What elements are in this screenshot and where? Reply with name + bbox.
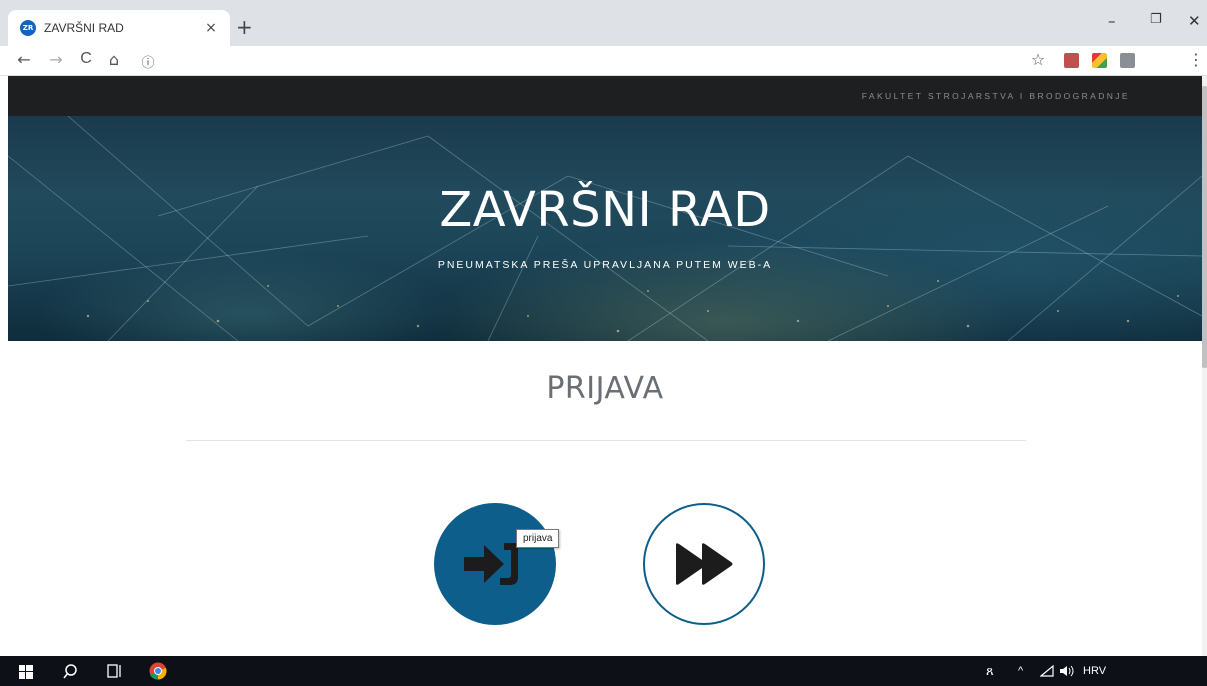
tab-close-button[interactable]: × [202,20,220,36]
browser-toolbar: ← → C ⌂ ⓘ ☆ ⋮ [0,46,1207,76]
fast-forward-button[interactable] [643,503,765,625]
browser-menu-button[interactable]: ⋮ [1186,50,1206,69]
browser-tab[interactable]: ZR ZAVRŠNI RAD × [8,10,230,46]
login-tooltip: prijava [516,529,560,548]
home-button[interactable]: ⌂ [104,50,124,69]
language-indicator[interactable]: HRV [1083,665,1106,677]
volume-icon[interactable] [1059,665,1075,677]
top-navbar: FAKULTET STROJARSTVA I BRODOGRADNJE [8,76,1202,116]
bookmark-star-icon[interactable]: ☆ [1028,50,1048,69]
forward-button[interactable]: → [46,50,66,69]
favicon: ZR [20,20,36,36]
site-info-icon[interactable]: ⓘ [138,52,158,71]
pdf-extension-icon[interactable] [1064,53,1079,68]
tray-chevron-icon[interactable]: ^ [1018,665,1023,677]
reload-button[interactable]: C [76,50,96,68]
section-divider [186,440,1026,441]
search-icon[interactable] [63,664,77,679]
back-button[interactable]: ← [14,50,34,69]
section-title: PRIJAVA [546,371,664,406]
task-view-icon[interactable] [107,664,123,678]
windows-taskbar: ጸ ^ HRV [0,656,1207,686]
minimize-button[interactable]: – [1108,12,1116,30]
windows-icon[interactable] [19,665,33,679]
hero-subtitle: PNEUMATSKA PREŠA UPRAVLJANA PUTEM WEB-A [437,259,773,271]
google-extension-icon[interactable] [1092,53,1107,68]
faculty-link[interactable]: FAKULTET STROJARSTVA I BRODOGRADNJE [862,91,1130,101]
tab-title: ZAVRŠNI RAD [44,21,124,35]
window-close-button[interactable]: ✕ [1188,12,1201,30]
chrome-icon[interactable] [149,662,167,680]
web-page: FAKULTET STROJARSTVA I BRODOGRADNJE ZAVR… [8,76,1202,656]
hero-title: ZAVRŠNI RAD [439,182,771,238]
new-tab-button[interactable]: + [236,15,253,39]
scrollbar-thumb[interactable] [1202,86,1207,368]
people-icon[interactable]: ጸ [986,663,994,679]
login-button[interactable] [434,503,556,625]
network-icon[interactable] [1040,665,1054,677]
restore-button[interactable]: ❐ [1150,12,1162,27]
fast-forward-icon [676,543,733,585]
flag-extension-icon[interactable] [1120,53,1135,68]
hero-banner: ZAVRŠNI RAD PNEUMATSKA PREŠA UPRAVLJANA … [8,116,1202,341]
browser-tabstrip: ZR ZAVRŠNI RAD × + – ❐ ✕ [0,0,1207,46]
